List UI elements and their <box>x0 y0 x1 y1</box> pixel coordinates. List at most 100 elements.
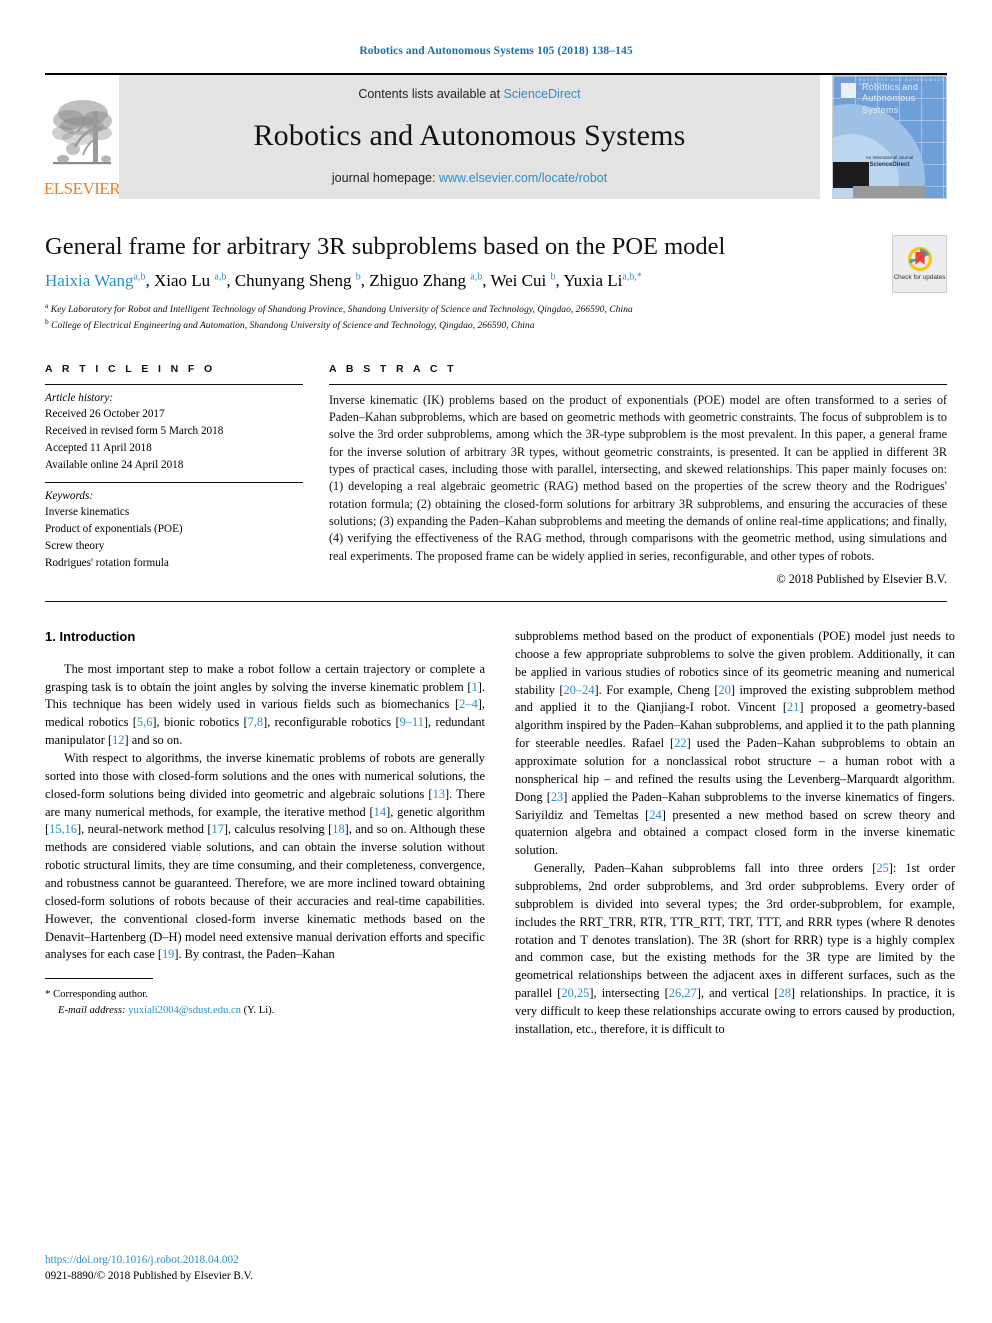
citation-link[interactable]: 26,27 <box>669 986 697 1000</box>
running-head: Robotics and Autonomous Systems 105 (201… <box>359 45 633 57</box>
keyword-item: Rodrigues' rotation formula <box>45 556 169 569</box>
journal-masthead: ELSEVIER Contents lists available at Sci… <box>44 73 947 199</box>
author-affiliation-marker: a,b <box>214 271 227 283</box>
paper-page: Robotics and Autonomous Systems 105 (201… <box>0 0 992 1323</box>
email-label: E-mail address: <box>58 1005 126 1017</box>
citation-link[interactable]: 1 <box>472 680 478 694</box>
author-affiliation-marker: a,b,* <box>622 271 642 283</box>
keywords-group: Keywords: Inverse kinematics Product of … <box>45 483 303 572</box>
footnote-asterisk: * <box>45 988 51 1001</box>
sciencedirect-link[interactable]: ScienceDirect <box>504 87 581 101</box>
cover-title-line1: Robotics and <box>862 82 919 92</box>
citation-link[interactable]: 5,6 <box>137 715 153 729</box>
paragraph: With respect to algorithms, the inverse … <box>45 750 485 962</box>
article-history-label: Article history: <box>45 391 114 404</box>
page-footer: https://doi.org/10.1016/j.robot.2018.04.… <box>45 1253 253 1285</box>
crossmark-label: Check for updates <box>893 274 946 281</box>
citation-link[interactable]: 25 <box>876 861 888 875</box>
author-item[interactable]: Wei Cui b <box>490 271 555 290</box>
citation-link[interactable]: 14 <box>374 805 386 819</box>
citation-link[interactable]: 19 <box>162 947 174 961</box>
body-column-left: 1. Introduction The most important step … <box>45 628 485 1039</box>
cover-title-line2: Autonomous Systems <box>862 93 916 115</box>
paragraph: The most important step to make a robot … <box>45 661 485 748</box>
author-item[interactable]: Chunyang Sheng b <box>235 271 361 290</box>
email-suffix: (Y. Li). <box>243 1005 275 1017</box>
author-affiliation-marker: a,b <box>133 271 146 283</box>
citation-link[interactable]: 20 <box>718 683 730 697</box>
elsevier-tree-icon <box>52 100 112 165</box>
affiliation-marker: a <box>45 300 49 310</box>
citation-link[interactable]: 20–24 <box>564 683 595 697</box>
cover-publisher-badge-icon <box>840 82 857 99</box>
author-name: Xiao Lu <box>153 271 211 291</box>
citation-link[interactable]: 22 <box>674 736 686 750</box>
masthead-center: Contents lists available at ScienceDirec… <box>119 75 820 199</box>
elsevier-logo: ELSEVIER <box>44 75 121 199</box>
article-history-group: Article history: Received 26 October 201… <box>45 385 303 482</box>
author-name: Chunyang Sheng <box>234 271 352 291</box>
affiliation-text: Key Laboratory for Robot and Intelligent… <box>50 303 633 315</box>
cover-header: Robotics and Autonomous Systems <box>840 82 940 116</box>
issn-copyright-line: 0921-8890/© 2018 Published by Elsevier B… <box>45 1270 254 1283</box>
citation-link[interactable]: 7,8 <box>248 715 264 729</box>
affiliation-marker: b <box>45 316 49 326</box>
author-separator: , <box>226 271 235 291</box>
citation-link[interactable]: 23 <box>551 790 563 804</box>
author-affiliation-marker: a,b <box>470 271 483 283</box>
citation-link[interactable]: 13 <box>433 787 445 801</box>
citation-link[interactable]: 15,16 <box>49 822 77 836</box>
footnote-line: * Corresponding author. <box>45 986 485 1003</box>
author-separator: , <box>360 271 370 291</box>
citation-link[interactable]: 18 <box>332 822 344 836</box>
keyword-item: Inverse kinematics <box>45 506 130 519</box>
email-link[interactable]: yuxiali2004@sdust.edu.cn <box>128 1005 241 1016</box>
author-item[interactable]: Zhiguo Zhang a,b <box>369 271 482 290</box>
citation-link[interactable]: 2–4 <box>459 697 478 711</box>
contents-prefix: Contents lists available at <box>358 87 504 101</box>
body-columns: 1. Introduction The most important step … <box>45 628 955 1039</box>
corresponding-author-footnote: * Corresponding author. E-mail address: … <box>45 978 485 1019</box>
cover-footer-bold: ScienceDirect <box>869 162 910 169</box>
homepage-prefix: journal homepage: <box>331 171 439 185</box>
citation-link[interactable]: 28 <box>779 986 791 1000</box>
affiliation-text: College of Electrical Engineering and Au… <box>51 319 535 331</box>
cover-titles: Robotics and Autonomous Systems <box>862 82 940 116</box>
author-item[interactable]: Xiao Lu a,b <box>154 271 226 290</box>
journal-cover-thumbnail: ROBOTICS AND AUTONOMOUS SYSTEMS Robotics… <box>832 75 947 199</box>
doi-link[interactable]: https://doi.org/10.1016/j.robot.2018.04.… <box>45 1253 253 1269</box>
cover-footer-small: An International Journal <box>865 155 914 161</box>
author-name: Wei Cui <box>490 271 547 291</box>
author-separator: , <box>145 271 154 291</box>
citation-link[interactable]: 12 <box>112 733 124 747</box>
article-history-item: Available online 24 April 2018 <box>45 458 184 471</box>
citation-link[interactable]: 17 <box>212 822 224 836</box>
affiliation-line: b College of Electrical Engineering and … <box>45 317 861 333</box>
citation-link[interactable]: 24 <box>649 808 661 822</box>
crossmark-icon <box>907 246 932 272</box>
abstract-copyright: © 2018 Published by Elsevier B.V. <box>776 571 947 586</box>
author-item[interactable]: Haixia Wanga,b <box>45 271 145 290</box>
footnote-corresponding-text: Corresponding author. <box>53 989 148 1001</box>
article-history-item: Received 26 October 2017 <box>45 408 165 421</box>
body-column-right: subproblems method based on the product … <box>515 628 955 1039</box>
cover-gray-block <box>853 186 925 198</box>
citation-link[interactable]: 20,25 <box>561 986 589 1000</box>
author-item[interactable]: Yuxia Lia,b,* <box>563 271 641 290</box>
paragraph: Generally, Paden–Kahan subproblems fall … <box>515 861 956 1036</box>
info-and-abstract: A R T I C L E I N F O Article history: R… <box>45 363 947 587</box>
keyword-item: Product of exponentials (POE) <box>45 523 183 536</box>
page-title: General frame for arbitrary 3R subproble… <box>45 233 726 260</box>
citation-link[interactable]: 21 <box>787 700 799 714</box>
keyword-item: Screw theory <box>45 540 105 553</box>
citation-link[interactable]: 9–11 <box>400 715 424 729</box>
journal-homepage-line: journal homepage: www.elsevier.com/locat… <box>332 171 607 185</box>
keywords-label: Keywords: <box>45 489 94 502</box>
divider <box>45 600 947 602</box>
journal-title: Robotics and Autonomous Systems <box>253 119 686 152</box>
crossmark-badge[interactable]: Check for updates <box>892 235 947 293</box>
abstract-text: Inverse kinematic (IK) problems based on… <box>329 392 947 563</box>
journal-homepage-link[interactable]: www.elsevier.com/locate/robot <box>439 171 607 185</box>
abstract-heading: A B S T R A C T <box>329 362 457 375</box>
abstract-column: A B S T R A C T Inverse kinematic (IK) p… <box>329 363 947 587</box>
